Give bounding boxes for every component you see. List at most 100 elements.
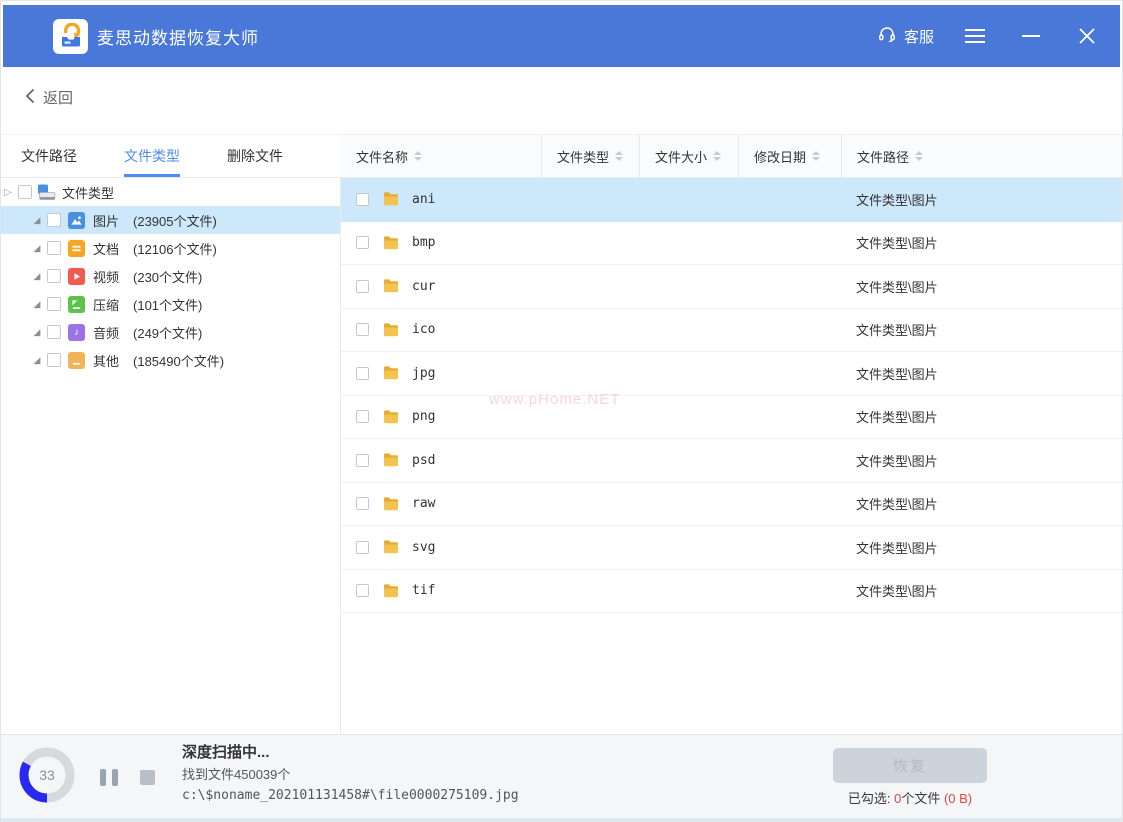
- checkbox[interactable]: [356, 454, 369, 467]
- file-path: 文件类型\图片: [856, 233, 938, 252]
- table-row[interactable]: raw 文件类型\图片: [341, 483, 1122, 527]
- tab-file-type[interactable]: 文件类型: [124, 135, 180, 177]
- file-path: 文件类型\图片: [856, 451, 938, 470]
- other-category-icon: [68, 352, 85, 369]
- checkbox[interactable]: [356, 584, 369, 597]
- menu-icon[interactable]: [960, 21, 990, 51]
- expander-icon[interactable]: ◢: [31, 355, 43, 366]
- checkbox[interactable]: [356, 367, 369, 380]
- table-row[interactable]: cur 文件类型\图片: [341, 265, 1122, 309]
- expander-icon[interactable]: ◢: [31, 271, 43, 282]
- app-window: 麦思动数据恢复大师 客服: [0, 0, 1123, 822]
- table-row[interactable]: bmp 文件类型\图片: [341, 222, 1122, 266]
- app-logo-icon: [53, 19, 88, 54]
- table-row[interactable]: tif 文件类型\图片: [341, 570, 1122, 614]
- expander-icon[interactable]: ◢: [31, 243, 43, 254]
- file-path: 文件类型\图片: [856, 277, 938, 296]
- column-header-path[interactable]: 文件路径: [841, 135, 1122, 177]
- file-path: 文件类型\图片: [856, 581, 938, 600]
- tab-file-path[interactable]: 文件路径: [21, 135, 77, 177]
- checkbox[interactable]: [47, 325, 61, 339]
- tree-item-documents[interactable]: ◢ 文档 (12106个文件): [1, 234, 340, 262]
- image-category-icon: [68, 212, 85, 229]
- table-row[interactable]: jpg 文件类型\图片: [341, 352, 1122, 396]
- checkbox[interactable]: [18, 185, 32, 199]
- tab-deleted-files[interactable]: 删除文件: [227, 135, 283, 177]
- selection-suffix: 个文件: [901, 791, 944, 806]
- toolbar: 返回: [1, 67, 1122, 134]
- tree-item-label: 文档: [93, 239, 119, 258]
- checkbox[interactable]: [356, 497, 369, 510]
- expander-icon[interactable]: ◢: [31, 299, 43, 310]
- file-name: jpg: [412, 366, 435, 381]
- tree-item-label: 压缩: [93, 295, 119, 314]
- table-row[interactable]: ico 文件类型\图片: [341, 309, 1122, 353]
- table-row[interactable]: png 文件类型\图片: [341, 396, 1122, 440]
- table-row[interactable]: svg 文件类型\图片: [341, 526, 1122, 570]
- column-header-size[interactable]: 文件大小: [639, 135, 738, 177]
- file-path: 文件类型\图片: [856, 190, 938, 209]
- progress-percent: 33: [18, 746, 76, 804]
- selection-prefix: 已勾选:: [848, 791, 891, 806]
- files-found-text: 找到文件450039个: [182, 764, 519, 785]
- tree-item-videos[interactable]: ◢ 视频 (230个文件): [1, 262, 340, 290]
- tree-item-label: 图片: [93, 211, 119, 230]
- pause-button[interactable]: [100, 769, 118, 786]
- tree-root-label: 文件类型: [62, 183, 114, 202]
- stop-button[interactable]: [140, 770, 155, 785]
- folder-icon: [383, 410, 399, 424]
- folder-icon: [383, 323, 399, 337]
- scan-status-text: 深度扫描中...: [182, 742, 519, 764]
- selection-size: (0 B): [944, 791, 972, 806]
- checkbox[interactable]: [47, 269, 61, 283]
- tree-item-images[interactable]: ◢ 图片 (23905个文件): [1, 206, 340, 234]
- column-header-type[interactable]: 文件类型: [541, 135, 639, 177]
- file-name: ico: [412, 322, 435, 337]
- tree-item-count: (185490个文件): [133, 351, 224, 370]
- drive-icon: [37, 184, 56, 201]
- file-name: tif: [412, 583, 435, 598]
- tree-item-archives[interactable]: ◢ 压缩 (101个文件): [1, 290, 340, 318]
- recover-button[interactable]: 恢复: [833, 748, 987, 783]
- minimize-icon[interactable]: [1016, 21, 1046, 51]
- audio-category-icon: ♪: [68, 324, 85, 341]
- checkbox[interactable]: [356, 280, 369, 293]
- sort-icon: [713, 151, 721, 161]
- expander-icon[interactable]: ◢: [31, 327, 43, 338]
- tree-root[interactable]: ▷ 文件类型: [1, 178, 340, 206]
- tree-item-count: (230个文件): [133, 267, 202, 286]
- tree-item-audio[interactable]: ◢ ♪ 音频 (249个文件): [1, 318, 340, 346]
- checkbox[interactable]: [356, 410, 369, 423]
- checkbox[interactable]: [47, 213, 61, 227]
- checkbox[interactable]: [47, 241, 61, 255]
- folder-icon: [383, 279, 399, 293]
- checkbox[interactable]: [356, 541, 369, 554]
- checkbox[interactable]: [356, 193, 369, 206]
- left-tabs: 文件路径 文件类型 删除文件: [1, 135, 341, 177]
- selection-summary: 已勾选: 0个文件 (0 B): [833, 788, 987, 807]
- expander-icon[interactable]: ◢: [31, 215, 43, 226]
- table-row[interactable]: psd 文件类型\图片: [341, 439, 1122, 483]
- sort-icon: [615, 151, 623, 161]
- close-icon[interactable]: [1072, 21, 1102, 51]
- column-header-name[interactable]: 文件名称: [341, 135, 541, 177]
- app-title: 麦思动数据恢复大师: [97, 24, 259, 49]
- checkbox[interactable]: [47, 353, 61, 367]
- checkbox[interactable]: [47, 297, 61, 311]
- category-tree: ▷ 文件类型 ◢ 图片 (23905个文件) ◢: [1, 178, 341, 734]
- table-row[interactable]: ani 文件类型\图片: [341, 178, 1122, 222]
- checkbox[interactable]: [356, 323, 369, 336]
- back-chevron-icon: [25, 88, 35, 108]
- checkbox[interactable]: [356, 236, 369, 249]
- file-name: raw: [412, 496, 435, 511]
- expander-icon[interactable]: ▷: [2, 187, 14, 198]
- folder-icon: [383, 497, 399, 511]
- support-button[interactable]: 客服: [877, 24, 934, 48]
- file-name: psd: [412, 453, 435, 468]
- file-name: svg: [412, 540, 435, 555]
- column-header-date[interactable]: 修改日期: [738, 135, 841, 177]
- back-button[interactable]: 返回: [25, 87, 73, 108]
- tree-item-other[interactable]: ◢ 其他 (185490个文件): [1, 346, 340, 374]
- file-name: png: [412, 409, 435, 424]
- tree-item-count: (12106个文件): [133, 239, 217, 258]
